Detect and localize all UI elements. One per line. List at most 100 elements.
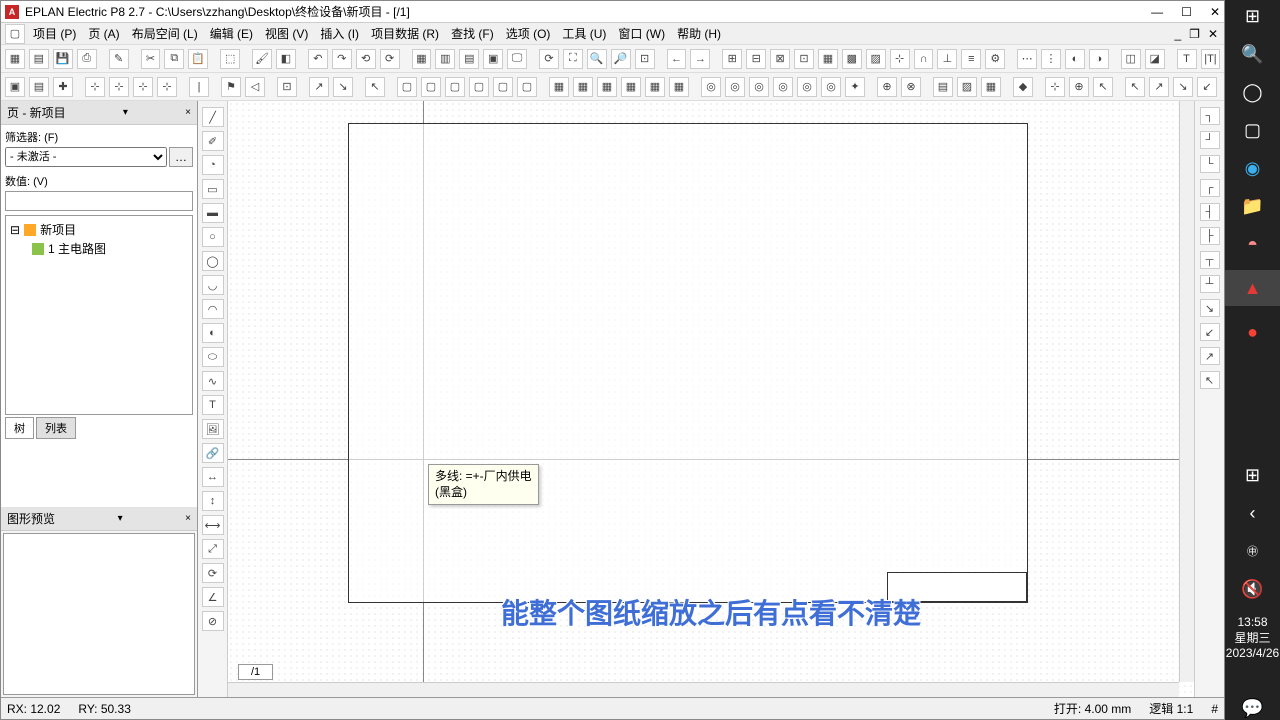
t2-22-icon[interactable]: ▦: [597, 77, 617, 97]
dim5-icon[interactable]: ⟳: [202, 563, 224, 583]
align1-icon[interactable]: ◫: [1121, 49, 1141, 69]
dim1-icon[interactable]: ↔: [202, 467, 224, 487]
nav-back-icon[interactable]: ←: [667, 49, 687, 69]
t2-14-icon[interactable]: ▢: [397, 77, 417, 97]
rt-7-icon[interactable]: ┬: [1200, 251, 1220, 269]
t2-33-icon[interactable]: ⊕: [877, 77, 897, 97]
t2-27-icon[interactable]: ◎: [725, 77, 745, 97]
table3-icon[interactable]: ▤: [459, 49, 479, 69]
grid2-icon[interactable]: ⊟: [746, 49, 766, 69]
undo-step-icon[interactable]: ⟲: [356, 49, 376, 69]
menu-help[interactable]: 帮助 (H): [673, 23, 725, 44]
tool-pencil-icon[interactable]: ✎: [109, 49, 129, 69]
rt-10-icon[interactable]: ↙: [1200, 323, 1220, 341]
arc2-icon[interactable]: ◠: [202, 299, 224, 319]
zoom-window-icon[interactable]: ⊡: [635, 49, 655, 69]
eplan-app-icon[interactable]: ▲: [1241, 276, 1265, 300]
t2-23-icon[interactable]: ▦: [621, 77, 641, 97]
text1-icon[interactable]: T: [1177, 49, 1197, 69]
t2-18-icon[interactable]: ▢: [493, 77, 513, 97]
rt-1-icon[interactable]: ┐: [1200, 107, 1220, 125]
grid3-icon[interactable]: ⊠: [770, 49, 790, 69]
dim3-icon[interactable]: ⟷: [202, 515, 224, 535]
print-icon[interactable]: ⎙: [77, 49, 97, 69]
arc3-icon[interactable]: ◐: [202, 323, 224, 343]
open-icon[interactable]: ▤: [29, 49, 49, 69]
search-icon[interactable]: 🔍: [1241, 42, 1265, 66]
dim2-icon[interactable]: ↕: [202, 491, 224, 511]
text-icon[interactable]: T: [202, 395, 224, 415]
snap-icon[interactable]: ⊹: [890, 49, 910, 69]
rt-6-icon[interactable]: ├: [1200, 227, 1220, 245]
scrollbar-vertical[interactable]: [1179, 101, 1194, 682]
save-icon[interactable]: 💾: [53, 49, 73, 69]
t2-43-icon[interactable]: ↗: [1149, 77, 1169, 97]
t2-cursor-icon[interactable]: ↖: [365, 77, 385, 97]
t2-24-icon[interactable]: ▦: [645, 77, 665, 97]
brush-icon[interactable]: 🖌: [252, 49, 272, 69]
circle-icon[interactable]: ○: [202, 227, 224, 247]
grid1-icon[interactable]: ⊞: [722, 49, 742, 69]
t2-19-icon[interactable]: ▢: [517, 77, 537, 97]
t2-20-icon[interactable]: ▦: [549, 77, 569, 97]
menu-insert[interactable]: 插入 (I): [316, 23, 363, 44]
page-tree[interactable]: ⊟ 新项目 1 主电路图: [5, 215, 193, 415]
menu-tools[interactable]: 工具 (U): [558, 23, 610, 44]
tree-root[interactable]: ⊟ 新项目: [10, 220, 188, 239]
t2-4-icon[interactable]: ⊹: [85, 77, 105, 97]
rt-2-icon[interactable]: ┘: [1200, 131, 1220, 149]
t2-28-icon[interactable]: ◎: [749, 77, 769, 97]
preview-close-icon[interactable]: ×: [185, 513, 191, 524]
rt-8-icon[interactable]: ┴: [1200, 275, 1220, 293]
rt-3-icon[interactable]: └: [1200, 155, 1220, 173]
t2-21-icon[interactable]: ▦: [573, 77, 593, 97]
t2-40-icon[interactable]: ⊕: [1069, 77, 1089, 97]
arrow-icon[interactable]: ↗: [309, 77, 329, 97]
tray-grid-icon[interactable]: ⊞: [1241, 463, 1265, 487]
misc1-icon[interactable]: ⋯: [1017, 49, 1037, 69]
menu-project-data[interactable]: 项目数据 (R): [367, 23, 443, 44]
rt-11-icon[interactable]: ↗: [1200, 347, 1220, 365]
t2-32-icon[interactable]: ✦: [845, 77, 865, 97]
t2-3-icon[interactable]: ✚: [53, 77, 73, 97]
arc1-icon[interactable]: ◡: [202, 275, 224, 295]
panel-pin-icon[interactable]: ▾: [123, 107, 128, 118]
tray-volume-icon[interactable]: 🔇: [1241, 577, 1265, 601]
magnet-icon[interactable]: ∩: [914, 49, 934, 69]
link-icon[interactable]: 🔗: [202, 443, 224, 463]
grid5-icon[interactable]: ▦: [818, 49, 838, 69]
filter-select[interactable]: - 未激活 -: [5, 147, 167, 167]
cut-icon[interactable]: ✂: [141, 49, 161, 69]
t2-6-icon[interactable]: ⊹: [133, 77, 153, 97]
t2-42-icon[interactable]: ↖: [1125, 77, 1145, 97]
scrollbar-horizontal[interactable]: [228, 682, 1179, 697]
ellipse2-icon[interactable]: ⬭: [202, 347, 224, 367]
new-icon[interactable]: ▦: [5, 49, 25, 69]
misc3-icon[interactable]: ◐: [1065, 49, 1085, 69]
redo-icon[interactable]: ↷: [332, 49, 352, 69]
t2-30-icon[interactable]: ◎: [797, 77, 817, 97]
misc4-icon[interactable]: ◑: [1089, 49, 1109, 69]
dim4-icon[interactable]: ⤢: [202, 539, 224, 559]
settings-icon[interactable]: ⚙: [985, 49, 1005, 69]
align2-icon[interactable]: ◪: [1145, 49, 1165, 69]
t2-5-icon[interactable]: ⊹: [109, 77, 129, 97]
t2-37-icon[interactable]: ▦: [981, 77, 1001, 97]
record-icon[interactable]: ●: [1241, 320, 1265, 344]
redo-step-icon[interactable]: ⟳: [380, 49, 400, 69]
arc-tab-icon[interactable]: ◔: [202, 155, 224, 175]
spline-icon[interactable]: ∿: [202, 371, 224, 391]
t2-29-icon[interactable]: ◎: [773, 77, 793, 97]
t2-45-icon[interactable]: ↙: [1197, 77, 1217, 97]
t2-2-icon[interactable]: ▤: [29, 77, 49, 97]
mdi-minimize-button[interactable]: _: [1172, 27, 1183, 41]
refresh-icon[interactable]: ⟳: [539, 49, 559, 69]
rect-icon[interactable]: ▭: [202, 179, 224, 199]
zoom-out-icon[interactable]: 🔎: [611, 49, 631, 69]
t2-17-icon[interactable]: ▢: [469, 77, 489, 97]
grid4-icon[interactable]: ⊡: [794, 49, 814, 69]
t2-11-icon[interactable]: ⊡: [277, 77, 297, 97]
table1-icon[interactable]: ▦: [412, 49, 432, 69]
ellipse-icon[interactable]: ◯: [202, 251, 224, 271]
tray-back-icon[interactable]: ‹: [1241, 501, 1265, 525]
